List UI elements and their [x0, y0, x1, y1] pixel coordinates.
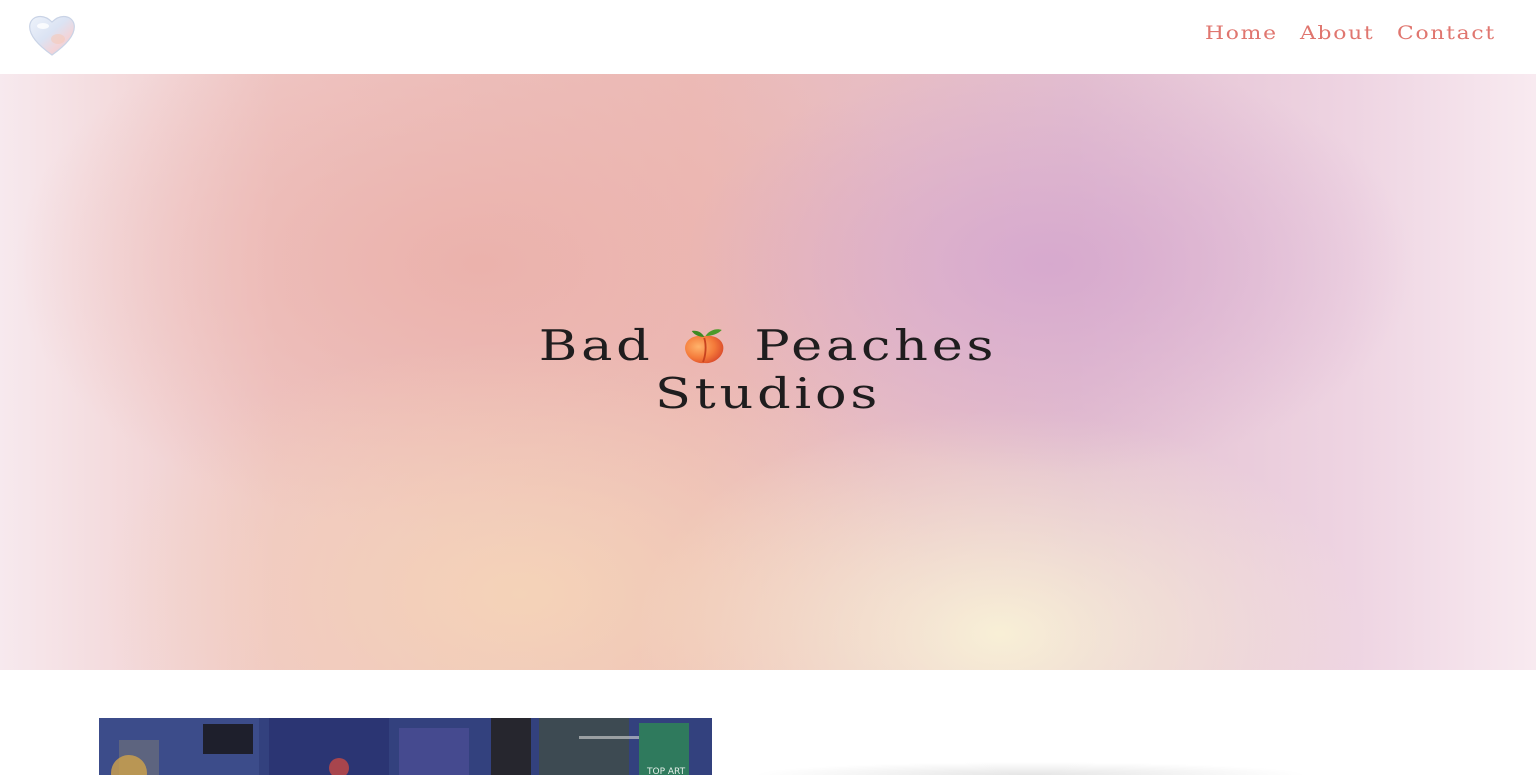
nav-contact-link[interactable]: Contact [1397, 22, 1496, 44]
nav-home-link[interactable]: Home [1205, 22, 1278, 44]
hero-banner: Bad Peaches Studios [0, 74, 1536, 670]
heart-logo-icon[interactable] [27, 13, 77, 57]
peach-icon [679, 326, 729, 366]
card-shadow [750, 762, 1310, 775]
photo-sign-text: TOP ART [646, 767, 686, 775]
main-nav: Home About Contact [1205, 22, 1494, 44]
hero-title-word-bad: Bad [538, 321, 654, 371]
hero-title-word-peaches: Peaches [754, 321, 998, 371]
site-header: Home About Contact [0, 0, 1536, 74]
studio-photo: TOP ART [99, 718, 712, 775]
hero-title-line-2: Studios [654, 369, 882, 419]
nav-about-link[interactable]: About [1300, 22, 1374, 44]
hero-title-line-1: Bad Peaches [0, 322, 1536, 370]
hero-title: Bad Peaches Studios [0, 322, 1536, 418]
